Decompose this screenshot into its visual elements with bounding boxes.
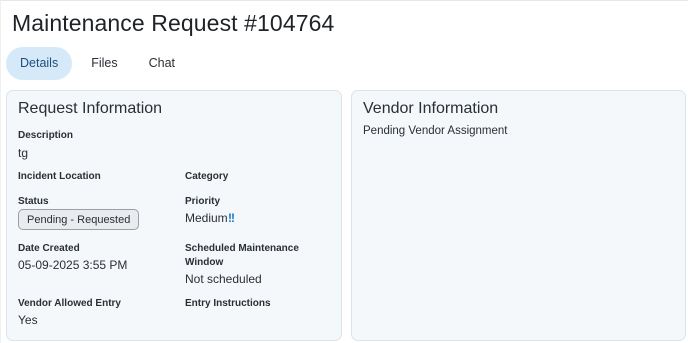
description-value: tg [18,146,29,160]
priority-label: Priority [185,196,221,207]
request-information-title: Request Information [18,100,163,117]
vendor-information-card: Vendor Information Pending Vendor Assign… [351,90,686,341]
tab-files[interactable]: Files [77,47,131,80]
scheduled-window-value: Not scheduled [185,272,262,286]
tab-details[interactable]: Details [6,47,73,80]
priority-field: Medium !! [185,210,235,226]
date-created-label: Date Created [18,243,80,254]
priority-exclamation-icon: !! [228,211,235,225]
category-label: Category [185,171,229,182]
priority-value: Medium [185,211,228,225]
scheduled-window-label: Scheduled Maintenance Window [185,243,299,268]
entry-instructions-label: Entry Instructions [185,298,271,309]
vendor-information-title: Vendor Information [363,100,499,117]
incident-location-label: Incident Location [18,171,101,182]
request-information-card: Request Information Description tg Incid… [6,90,342,341]
status-label: Status [18,196,49,207]
vendor-allowed-entry-value: Yes [18,313,38,327]
description-label: Description [18,130,74,141]
tab-bar: Details Files Chat [6,47,189,80]
page-title: Maintenance Request #104764 [12,10,335,36]
tab-chat[interactable]: Chat [135,47,189,80]
date-created-value: 05-09-2025 3:55 PM [18,258,128,272]
vendor-status-text: Pending Vendor Assignment [363,125,508,137]
status-badge: Pending - Requested [18,209,140,230]
vendor-allowed-entry-label: Vendor Allowed Entry [18,298,121,309]
